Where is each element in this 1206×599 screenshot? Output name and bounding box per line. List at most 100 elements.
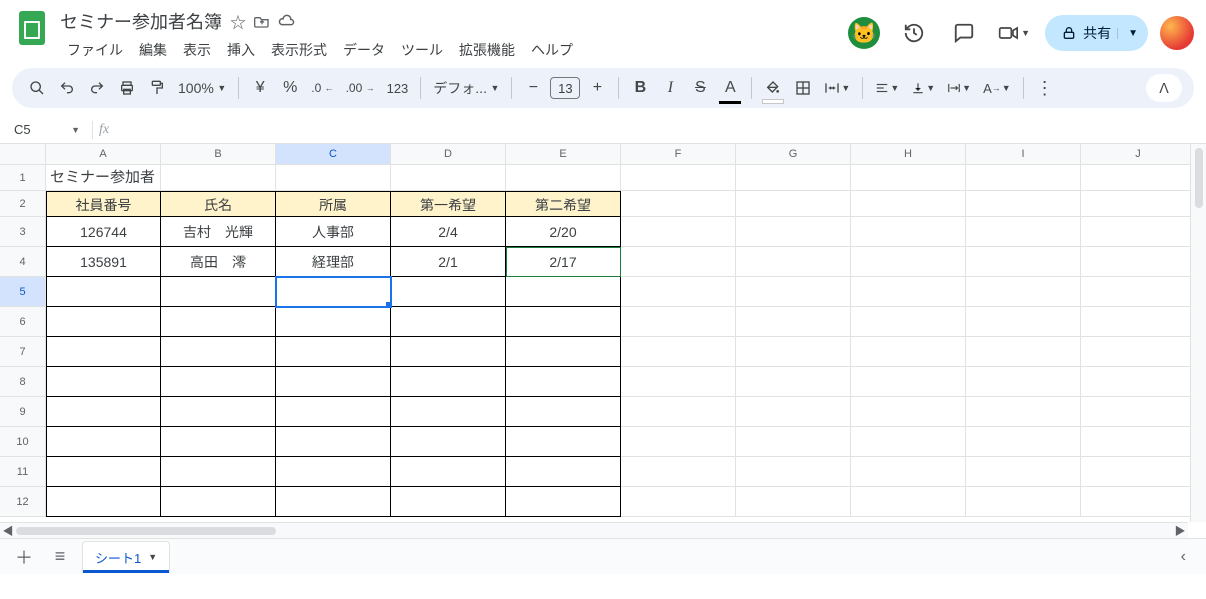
cell[interactable]	[621, 217, 736, 247]
cell[interactable]	[851, 191, 966, 217]
number-format-button[interactable]: 123	[383, 74, 413, 102]
cell[interactable]	[736, 217, 851, 247]
menu-edit[interactable]: 編集	[132, 36, 174, 64]
share-button[interactable]: 共有 ▼	[1045, 15, 1148, 51]
cell[interactable]	[391, 165, 506, 191]
cell[interactable]	[851, 487, 966, 517]
cell[interactable]	[851, 277, 966, 307]
cell[interactable]	[276, 165, 391, 191]
cell[interactable]	[391, 277, 506, 307]
decrease-decimal-button[interactable]: .0 ←	[307, 74, 337, 102]
cell[interactable]: 2/20	[506, 217, 621, 247]
cell[interactable]	[276, 337, 391, 367]
cell[interactable]	[851, 337, 966, 367]
sheets-logo[interactable]	[12, 8, 52, 48]
cell[interactable]	[736, 367, 851, 397]
menu-extensions[interactable]: 拡張機能	[452, 36, 522, 64]
bold-button[interactable]: B	[627, 74, 653, 102]
row-header[interactable]: 12	[0, 487, 46, 517]
cell[interactable]: 2/17	[506, 247, 621, 277]
cell[interactable]: 人事部	[276, 217, 391, 247]
cell[interactable]	[966, 165, 1081, 191]
cell[interactable]	[506, 487, 621, 517]
addon-circle-icon[interactable]: 🐱	[845, 14, 883, 52]
scroll-right-icon[interactable]: ▶	[1172, 523, 1188, 539]
cell[interactable]	[621, 487, 736, 517]
cell[interactable]: 2/4	[391, 217, 506, 247]
cell[interactable]	[46, 397, 161, 427]
cell[interactable]	[46, 337, 161, 367]
cell[interactable]: 2/1	[391, 247, 506, 277]
cell[interactable]	[1081, 277, 1196, 307]
cell[interactable]	[736, 307, 851, 337]
cell[interactable]	[161, 457, 276, 487]
column-header[interactable]: A	[46, 144, 161, 165]
cell[interactable]	[46, 307, 161, 337]
row-header[interactable]: 6	[0, 307, 46, 337]
cell[interactable]	[161, 277, 276, 307]
cell[interactable]	[391, 307, 506, 337]
cell[interactable]	[736, 277, 851, 307]
horizontal-scrollbar[interactable]: ◀ ▶	[0, 522, 1188, 538]
row-header[interactable]: 8	[0, 367, 46, 397]
cell[interactable]	[736, 247, 851, 277]
cloud-status-icon[interactable]	[278, 14, 296, 28]
cell[interactable]	[736, 487, 851, 517]
share-caret-icon[interactable]: ▼	[1117, 28, 1138, 39]
column-header[interactable]: D	[391, 144, 506, 165]
column-header[interactable]: G	[736, 144, 851, 165]
cell[interactable]	[1081, 397, 1196, 427]
cell[interactable]	[391, 397, 506, 427]
cell[interactable]	[966, 367, 1081, 397]
search-menus-icon[interactable]	[24, 74, 50, 102]
cell[interactable]	[1081, 165, 1196, 191]
cell[interactable]	[736, 191, 851, 217]
italic-button[interactable]: I	[657, 74, 683, 102]
cell[interactable]	[966, 191, 1081, 217]
cell[interactable]	[736, 397, 851, 427]
cell[interactable]	[506, 307, 621, 337]
cell[interactable]	[1081, 217, 1196, 247]
cell[interactable]: 吉村 光輝	[161, 217, 276, 247]
scroll-left-icon[interactable]: ◀	[0, 523, 16, 539]
cell[interactable]	[276, 397, 391, 427]
cell[interactable]	[506, 397, 621, 427]
cell[interactable]	[966, 247, 1081, 277]
cell[interactable]: 社員番号	[46, 191, 161, 217]
menu-format[interactable]: 表示形式	[264, 36, 334, 64]
borders-button[interactable]	[790, 74, 816, 102]
strikethrough-button[interactable]: S	[687, 74, 713, 102]
cell[interactable]: 高田 澪	[161, 247, 276, 277]
collapse-toolbar-icon[interactable]: ᐱ	[1146, 74, 1182, 102]
fontsize-input[interactable]: 13	[550, 77, 580, 99]
cell[interactable]	[46, 457, 161, 487]
fontsize-increase[interactable]: +	[584, 74, 610, 102]
cell[interactable]	[1081, 367, 1196, 397]
cell[interactable]	[391, 427, 506, 457]
row-header[interactable]: 2	[0, 191, 46, 217]
cell[interactable]	[506, 337, 621, 367]
add-sheet-icon[interactable]: ＋	[10, 543, 38, 571]
menu-insert[interactable]: 挿入	[220, 36, 262, 64]
column-header[interactable]: I	[966, 144, 1081, 165]
cell[interactable]	[851, 427, 966, 457]
halign-button[interactable]: ▼	[871, 74, 903, 102]
row-header[interactable]: 3	[0, 217, 46, 247]
zoom-select[interactable]: 100% ▼	[174, 74, 230, 102]
cell[interactable]	[621, 191, 736, 217]
cell[interactable]	[966, 487, 1081, 517]
cell[interactable]	[851, 397, 966, 427]
cell[interactable]	[621, 337, 736, 367]
menu-view[interactable]: 表示	[176, 36, 218, 64]
select-all-corner[interactable]	[0, 144, 46, 165]
cell[interactable]	[621, 367, 736, 397]
history-icon[interactable]	[895, 14, 933, 52]
cell[interactable]	[506, 427, 621, 457]
cell[interactable]	[506, 277, 621, 307]
cell[interactable]: セミナー参加者	[46, 165, 161, 191]
cell[interactable]	[851, 165, 966, 191]
cell[interactable]	[276, 427, 391, 457]
explore-icon[interactable]: ‹	[1181, 548, 1196, 566]
increase-decimal-button[interactable]: .00 →	[342, 74, 379, 102]
cell[interactable]: 135891	[46, 247, 161, 277]
